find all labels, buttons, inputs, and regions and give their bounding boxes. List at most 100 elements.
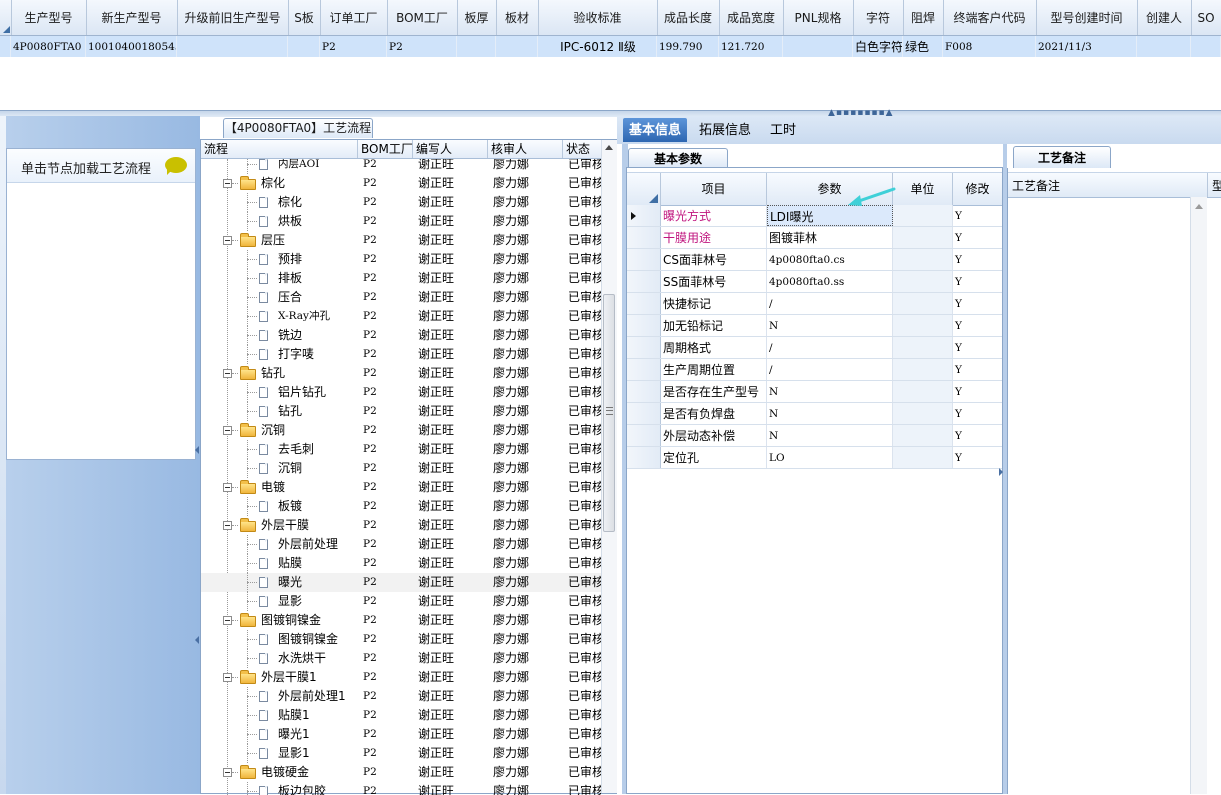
flow-group-row[interactable]: 图镀铜镍金 P2 谢正旺 廖力娜 已审核 [201, 611, 601, 630]
col-header-remark[interactable]: 工艺备注 [1008, 173, 1208, 197]
row-indicator[interactable] [627, 271, 661, 292]
col-header-16[interactable]: 型号创建时间 [1036, 0, 1138, 35]
param-unit[interactable] [893, 337, 953, 358]
flow-step-row[interactable]: 板镀 P2 谢正旺 廖力娜 已审核 [201, 497, 601, 516]
col-header-10[interactable]: 成品长度 [657, 0, 720, 35]
row-indicator[interactable] [627, 249, 661, 270]
col-header-type[interactable]: 型 [1208, 173, 1221, 197]
process-node-box[interactable]: 单击节点加载工艺流程 [6, 148, 196, 460]
param-row[interactable]: SS面菲林号 4p0080fta0.ss Y [627, 271, 1002, 293]
param-value[interactable]: 4p0080fta0.cs [767, 249, 893, 270]
grid-cell-12[interactable] [783, 36, 853, 57]
flow-step-row[interactable]: 棕化 P2 谢正旺 廖力娜 已审核 [201, 193, 601, 212]
flow-step-row[interactable]: 内层AOI P2 谢正旺 廖力娜 已审核 [201, 159, 601, 174]
param-unit[interactable] [893, 359, 953, 380]
flow-step-row[interactable]: 铣边 P2 谢正旺 廖力娜 已审核 [201, 326, 601, 345]
flow-scrollbar[interactable] [601, 140, 617, 793]
remark-scrollbar[interactable] [1190, 197, 1207, 794]
col-header-15[interactable]: 终端客户代码 [943, 0, 1037, 35]
col-header-4[interactable]: S板 [288, 0, 321, 35]
flow-group-row[interactable]: 电镀硬金 P2 谢正旺 廖力娜 已审核 [201, 763, 601, 782]
scroll-up-icon[interactable] [605, 145, 613, 150]
row-indicator[interactable] [627, 403, 661, 424]
grid-cell-3[interactable] [177, 36, 288, 57]
grid-cell-14[interactable]: 绿色 [903, 36, 943, 57]
col-header-17[interactable]: 创建人 [1137, 0, 1192, 35]
grid-cell-1[interactable]: 4P0080FTA0 [11, 36, 86, 57]
row-indicator[interactable] [627, 381, 661, 402]
grid-cell-5[interactable]: P2 [320, 36, 387, 57]
tab-basic-params[interactable]: 基本参数 [628, 148, 728, 169]
grid-cell-8[interactable] [496, 36, 538, 57]
param-value[interactable]: / [767, 359, 893, 380]
param-unit[interactable] [893, 205, 953, 226]
grid-cell-7[interactable] [457, 36, 496, 57]
param-modify[interactable]: Y [953, 403, 1002, 424]
col-header-11[interactable]: 成品宽度 [719, 0, 784, 35]
col-header-item[interactable]: 项目 [661, 173, 767, 205]
flow-step-row[interactable]: 显影1 P2 谢正旺 廖力娜 已审核 [201, 744, 601, 763]
flow-group-row[interactable]: 层压 P2 谢正旺 廖力娜 已审核 [201, 231, 601, 250]
grid-cell-2[interactable]: 10010400180545 [86, 36, 177, 57]
param-unit[interactable] [893, 381, 953, 402]
tab-work-hours[interactable]: 工时 [763, 118, 803, 142]
flow-group-row[interactable]: 外层干膜 P2 谢正旺 廖力娜 已审核 [201, 516, 601, 535]
flow-step-row[interactable]: 图镀铜镍金 P2 谢正旺 廖力娜 已审核 [201, 630, 601, 649]
param-row[interactable]: 是否存在生产型号 N Y [627, 381, 1002, 403]
col-header-14[interactable]: 阻焊 [903, 0, 944, 35]
flow-step-row[interactable]: X-Ray冲孔 P2 谢正旺 廖力娜 已审核 [201, 307, 601, 326]
col-header-18[interactable]: SO [1191, 0, 1221, 35]
flow-step-row[interactable]: 钻孔 P2 谢正旺 廖力娜 已审核 [201, 402, 601, 421]
param-unit[interactable] [893, 315, 953, 336]
grid-cell-4[interactable] [288, 36, 320, 57]
param-unit[interactable] [893, 293, 953, 314]
param-row[interactable]: CS面菲林号 4p0080fta0.cs Y [627, 249, 1002, 271]
grid-selected-row[interactable]: 4P0080FTA0 10010400180545 P2 P2 IPC-6012 Ⅱ级 1… [0, 36, 1221, 57]
row-indicator[interactable] [627, 425, 661, 446]
row-indicator[interactable] [627, 337, 661, 358]
collapse-toggle-icon[interactable] [223, 369, 232, 378]
param-value[interactable]: 图镀菲林 [767, 227, 893, 248]
param-row[interactable]: 生产周期位置 / Y [627, 359, 1002, 381]
col-header-writer[interactable]: 编写人 [413, 140, 488, 158]
col-header-7[interactable]: 板厚 [457, 0, 497, 35]
grid-cell-11[interactable]: 121.720 [719, 36, 783, 57]
collapse-toggle-icon[interactable] [223, 673, 232, 682]
flow-step-row[interactable]: 铝片钻孔 P2 谢正旺 廖力娜 已审核 [201, 383, 601, 402]
grid-cell-13[interactable]: 白色字符 [853, 36, 903, 57]
param-row[interactable]: 外层动态补偿 N Y [627, 425, 1002, 447]
param-modify[interactable]: Y [953, 271, 1002, 292]
flow-step-row[interactable]: 外层前处理1 P2 谢正旺 廖力娜 已审核 [201, 687, 601, 706]
grid-cell-18[interactable] [1191, 36, 1221, 57]
flow-group-row[interactable]: 电镀 P2 谢正旺 廖力娜 已审核 [201, 478, 601, 497]
flow-step-row[interactable]: 打字唛 P2 谢正旺 廖力娜 已审核 [201, 345, 601, 364]
row-indicator[interactable] [0, 36, 11, 57]
col-header-8[interactable]: 板材 [496, 0, 539, 35]
col-header-flow[interactable]: 流程 [201, 140, 358, 158]
flow-group-row[interactable]: 外层干膜1 P2 谢正旺 廖力娜 已审核 [201, 668, 601, 687]
param-modify[interactable]: Y [953, 249, 1002, 270]
param-unit[interactable] [893, 447, 953, 468]
param-value[interactable]: LO [767, 447, 893, 468]
col-header-6[interactable]: BOM工厂 [387, 0, 458, 35]
scroll-up-icon[interactable] [1195, 204, 1203, 209]
col-header-status[interactable]: 状态 [563, 140, 601, 158]
col-header-9[interactable]: 验收标准 [538, 0, 658, 35]
param-row[interactable]: 定位孔 LO Y [627, 447, 1002, 469]
param-value[interactable]: N [767, 381, 893, 402]
param-row[interactable]: 干膜用途 图镀菲林 Y [627, 227, 1002, 249]
param-value[interactable]: 4p0080fta0.ss [767, 271, 893, 292]
grid-cell-15[interactable]: F008 [943, 36, 1036, 57]
param-row[interactable]: 是否有负焊盘 N Y [627, 403, 1002, 425]
flow-step-row[interactable]: 排板 P2 谢正旺 廖力娜 已审核 [201, 269, 601, 288]
param-modify[interactable]: Y [953, 381, 1002, 402]
flow-step-row[interactable]: 预排 P2 谢正旺 廖力娜 已审核 [201, 250, 601, 269]
col-header-unit[interactable]: 单位 [893, 173, 953, 205]
collapse-toggle-icon[interactable] [223, 616, 232, 625]
tab-basic-info[interactable]: 基本信息 [623, 118, 687, 142]
row-indicator[interactable] [627, 315, 661, 336]
col-header-5[interactable]: 订单工厂 [320, 0, 388, 35]
col-header-modify[interactable]: 修改 [953, 173, 1002, 205]
collapse-toggle-icon[interactable] [223, 179, 232, 188]
col-header-reviewer[interactable]: 核审人 [488, 140, 563, 158]
